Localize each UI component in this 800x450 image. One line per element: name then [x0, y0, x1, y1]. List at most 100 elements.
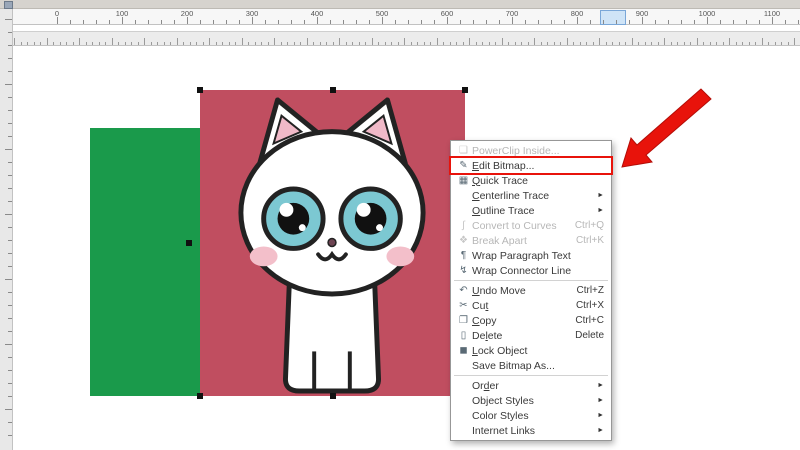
ruler-tick — [434, 20, 435, 24]
menu-item-object-styles[interactable]: Object Styles ► — [451, 393, 611, 408]
ruler-tick — [8, 253, 12, 254]
ruler-tick — [8, 396, 12, 397]
menu-item-powerclip-inside: ❏ PowerClip Inside... — [451, 143, 611, 158]
menu-item-lock-object[interactable]: ◼ Lock Object — [451, 343, 611, 358]
ruler-tick — [8, 201, 12, 202]
menu-item-label: Quick Trace — [472, 174, 529, 187]
menu-item-label: Copy — [472, 314, 497, 327]
bitmap-object[interactable] — [200, 90, 465, 396]
ruler-tick — [300, 42, 301, 45]
ruler-tick — [655, 20, 656, 24]
ruler-tick — [40, 42, 41, 45]
menu-item-quick-trace[interactable]: ▦ Quick Trace — [451, 173, 611, 188]
selection-handle-bottom-left[interactable] — [197, 393, 203, 399]
menu-item-cut[interactable]: ✂ Cut Ctrl+X — [451, 298, 611, 313]
ruler-tick — [148, 20, 149, 24]
ruler-tick — [748, 42, 750, 45]
ruler-tick — [547, 42, 548, 45]
selection-handle-middle-left[interactable] — [186, 240, 192, 246]
submenu-arrow-icon: ► — [597, 382, 604, 389]
ruler-tick — [720, 20, 721, 24]
ruler-tick — [794, 38, 795, 45]
menu-item-shortcut: Ctrl+X — [575, 300, 604, 311]
ruler-tick — [590, 20, 591, 24]
menu-item-save-bitmap-as[interactable]: Save Bitmap As... — [451, 358, 611, 373]
menu-item-order[interactable]: Order ► — [451, 378, 611, 393]
ruler-tick — [690, 42, 691, 45]
selection-handle-top-right[interactable] — [462, 87, 468, 93]
menu-item-label: Color Styles — [472, 409, 529, 422]
selection-handle-top-middle[interactable] — [330, 87, 336, 93]
ruler-tick — [703, 42, 704, 45]
ruler-tick — [384, 42, 386, 45]
vertical-ruler[interactable] — [0, 9, 13, 450]
ruler-tick — [395, 20, 396, 24]
ruler-tick — [5, 19, 12, 20]
ruler-tick — [677, 42, 678, 45]
menu-item-label: Convert to Curves — [472, 219, 557, 232]
quick-trace-icon: ▦ — [458, 175, 469, 186]
ruler-tick — [20, 42, 22, 45]
ruler-tick — [733, 20, 734, 24]
ruler-tick — [170, 42, 171, 45]
ruler-tick — [98, 42, 100, 45]
menu-item-label: Lock Object — [472, 344, 528, 357]
ruler-tick — [683, 42, 685, 45]
grid-icon[interactable] — [4, 1, 13, 9]
ruler-tick — [343, 20, 344, 24]
ruler-tick — [447, 17, 448, 24]
edit-bitmap-icon: ✎ — [459, 160, 468, 171]
menu-item-centerline-trace[interactable]: Centerline Trace ► — [451, 188, 611, 203]
cat-nose — [327, 237, 337, 248]
ruler-tick — [521, 42, 522, 45]
horizontal-ruler[interactable]: 0 100 200 300 400 500 600 700 800 900 1000 1100 — [12, 9, 800, 25]
ruler-tick — [365, 42, 366, 45]
ruler-tick — [8, 435, 12, 436]
menu-item-outline-trace[interactable]: Outline Trace ► — [451, 203, 611, 218]
ruler-tick — [332, 42, 334, 45]
green-rectangle[interactable] — [90, 128, 202, 396]
ruler-tick — [70, 20, 71, 24]
menu-item-label: Outline Trace — [472, 204, 535, 217]
ruler-tick — [625, 42, 626, 45]
cat-eye-highlight — [356, 202, 371, 217]
ruler-tick — [326, 42, 327, 45]
secondary-ruler[interactable] — [12, 31, 800, 46]
selection-handle-top-left[interactable] — [197, 87, 203, 93]
menu-item-wrap-paragraph-text[interactable]: ¶ Wrap Paragraph Text — [451, 248, 611, 263]
ruler-tick — [356, 20, 357, 24]
menu-item-label: Internet Links — [472, 424, 536, 437]
ruler-tick — [5, 344, 12, 345]
ruler-tick — [5, 214, 12, 215]
ruler-tick — [278, 20, 279, 24]
ruler-tick — [382, 17, 383, 24]
ruler-tick — [371, 38, 373, 45]
ruler-tick — [475, 42, 477, 45]
ruler-tick — [144, 38, 145, 45]
ruler-tick — [339, 38, 340, 45]
menu-item-edit-bitmap[interactable]: ✎ Edit Bitmap... — [451, 158, 611, 173]
ruler-tick — [209, 38, 210, 45]
ruler-tick — [761, 38, 763, 45]
menu-item-wrap-connector-line[interactable]: ↯ Wrap Connector Line — [451, 263, 611, 278]
menu-item-internet-links[interactable]: Internet Links ► — [451, 423, 611, 438]
ruler-tick — [118, 42, 119, 45]
ruler-tick — [254, 42, 256, 45]
ruler-tick — [137, 42, 139, 45]
menu-item-copy[interactable]: ❐ Copy Ctrl+C — [451, 313, 611, 328]
ruler-tick — [599, 38, 600, 45]
cat-image[interactable] — [201, 92, 463, 394]
ruler-tick — [5, 409, 12, 410]
ruler-tick — [378, 42, 379, 45]
app-window: 0 100 200 300 400 500 600 700 800 900 1000 1100 — [0, 0, 800, 450]
menu-item-undo-move[interactable]: ↶ Undo Move Ctrl+Z — [451, 283, 611, 298]
ruler-tick — [8, 227, 12, 228]
menu-item-color-styles[interactable]: Color Styles ► — [451, 408, 611, 423]
ruler-tick — [642, 17, 643, 24]
selection-handle-bottom-middle[interactable] — [330, 393, 336, 399]
ruler-tick — [735, 42, 737, 45]
ruler-tick — [304, 20, 305, 24]
menu-item-delete[interactable]: ▯ Delete Delete — [451, 328, 611, 343]
menu-item-label: PowerClip Inside... — [472, 144, 560, 157]
ruler-tick — [417, 42, 418, 45]
